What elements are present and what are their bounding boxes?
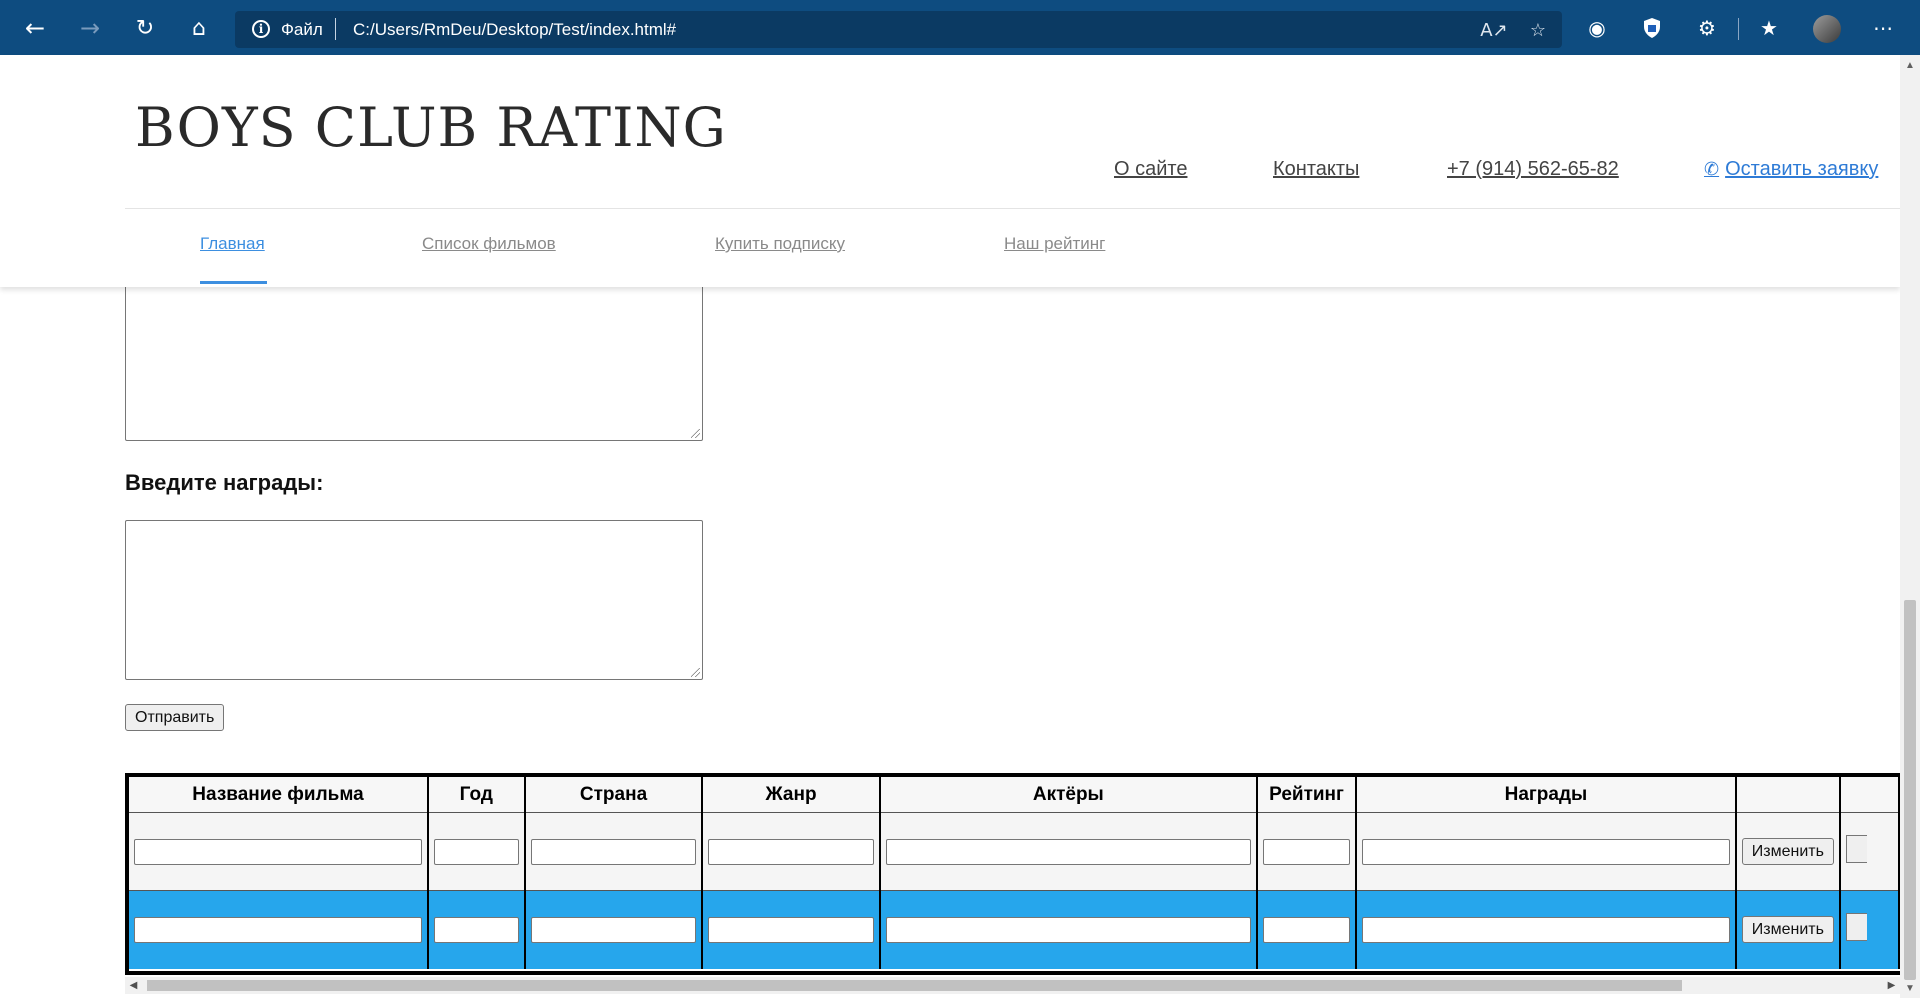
- edit-button[interactable]: Изменить: [1741, 838, 1834, 865]
- year-input[interactable]: [433, 916, 519, 943]
- address-url[interactable]: C:/Users/RmDeu/Desktop/Test/index.html#: [353, 20, 676, 40]
- scroll-right-icon[interactable]: ▶: [1883, 977, 1900, 994]
- films-table: Название фильма Год Страна Жанр Актёры Р…: [129, 777, 1900, 969]
- phone-icon: ✆: [1704, 159, 1720, 180]
- table-row: Изменить: [129, 890, 1900, 969]
- lead-request-link[interactable]: ✆ Оставить заявку: [1704, 158, 1878, 181]
- avatar[interactable]: [1813, 15, 1841, 43]
- site-logo[interactable]: BOYS CLUB RATING: [135, 96, 727, 159]
- header-year: Год: [427, 777, 526, 813]
- header-title: Название фильма: [129, 777, 429, 813]
- genre-input[interactable]: [708, 916, 874, 943]
- scroll-up-icon[interactable]: ▲: [1900, 55, 1920, 75]
- horizontal-scrollbar[interactable]: ◀ ▶: [125, 977, 1900, 994]
- header-awards: Награды: [1356, 777, 1737, 813]
- add-favorite-icon[interactable]: ☆: [1524, 17, 1552, 43]
- header-rating: Рейтинг: [1256, 777, 1358, 813]
- info-icon[interactable]: i: [252, 20, 270, 38]
- submit-button[interactable]: Отправить: [125, 704, 225, 731]
- about-link[interactable]: О сайте: [1114, 158, 1187, 181]
- header-divider: [125, 208, 1900, 209]
- rating-input[interactable]: [1262, 838, 1351, 865]
- header-country: Страна: [524, 777, 704, 813]
- home-icon[interactable]: ⌂: [181, 10, 217, 46]
- header-genre: Жанр: [702, 777, 881, 813]
- header-actors: Актёры: [879, 777, 1258, 813]
- delete-button[interactable]: [1845, 913, 1867, 942]
- resize-grip[interactable]: [691, 668, 700, 677]
- edit-button[interactable]: Изменить: [1741, 916, 1834, 944]
- year-input[interactable]: [433, 838, 519, 865]
- films-table-container: Название фильма Год Страна Жанр Актёры Р…: [125, 773, 1900, 975]
- menu-item-rating[interactable]: Наш рейтинг: [1004, 234, 1105, 254]
- awards-label: Введите награды:: [125, 470, 324, 495]
- forward-icon[interactable]: →: [72, 10, 108, 46]
- delete-button[interactable]: [1845, 835, 1867, 863]
- more-icon[interactable]: ⋯: [1867, 12, 1899, 44]
- actors-input[interactable]: [885, 916, 1251, 943]
- toolbar-separator: [1738, 18, 1739, 40]
- country-input[interactable]: [530, 916, 697, 943]
- refresh-icon[interactable]: ↻: [127, 10, 163, 46]
- scroll-left-icon[interactable]: ◀: [125, 977, 142, 994]
- header-action: [1735, 777, 1841, 813]
- title-input[interactable]: [134, 916, 422, 943]
- address-scheme: Файл: [281, 20, 323, 39]
- horizontal-scroll-thumb[interactable]: [147, 980, 1682, 991]
- contacts-link[interactable]: Контакты: [1273, 158, 1359, 181]
- rating-input[interactable]: [1262, 916, 1351, 943]
- shield-icon[interactable]: [1636, 12, 1668, 44]
- awards-textarea[interactable]: [125, 520, 703, 680]
- site-header: BOYS CLUB RATING О сайте Контакты +7 (91…: [0, 55, 1900, 287]
- address-separator: [335, 18, 336, 40]
- menu-item-subscribe[interactable]: Купить подписку: [715, 234, 845, 254]
- phone-link[interactable]: +7 (914) 562-65-82: [1447, 158, 1619, 181]
- menu-active-indicator: [200, 281, 267, 284]
- back-icon[interactable]: ←: [17, 10, 53, 46]
- browser-toolbar: ← → ↻ ⌂ i Файл C:/Users/RmDeu/Desktop/Te…: [0, 0, 1920, 55]
- globe-icon[interactable]: ◉: [1581, 12, 1613, 44]
- vertical-scrollbar[interactable]: ▲ ▼: [1900, 55, 1920, 998]
- table-row: Изменить: [129, 812, 1900, 891]
- address-bar[interactable]: i Файл C:/Users/RmDeu/Desktop/Test/index…: [235, 11, 1562, 48]
- favorites-icon[interactable]: ★: [1753, 12, 1785, 44]
- country-input[interactable]: [530, 838, 697, 865]
- scroll-down-icon[interactable]: ▼: [1900, 978, 1920, 998]
- title-input[interactable]: [134, 838, 422, 865]
- lead-request-label: Оставить заявку: [1725, 158, 1879, 180]
- actors-input[interactable]: [885, 838, 1251, 865]
- genre-input[interactable]: [708, 838, 874, 865]
- extensions-icon[interactable]: ⚙: [1691, 12, 1723, 44]
- awards-input[interactable]: [1362, 838, 1730, 865]
- resize-grip[interactable]: [691, 429, 700, 438]
- vertical-scroll-thumb[interactable]: [1904, 600, 1916, 980]
- header-extra: [1839, 777, 1900, 813]
- menu-item-home[interactable]: Главная: [200, 234, 265, 254]
- read-aloud-icon[interactable]: A↗: [1480, 17, 1508, 43]
- previous-textarea[interactable]: [125, 270, 703, 441]
- table-header-row: Название фильма Год Страна Жанр Актёры Р…: [129, 777, 1900, 813]
- awards-input[interactable]: [1362, 916, 1730, 943]
- menu-item-films[interactable]: Список фильмов: [422, 234, 556, 254]
